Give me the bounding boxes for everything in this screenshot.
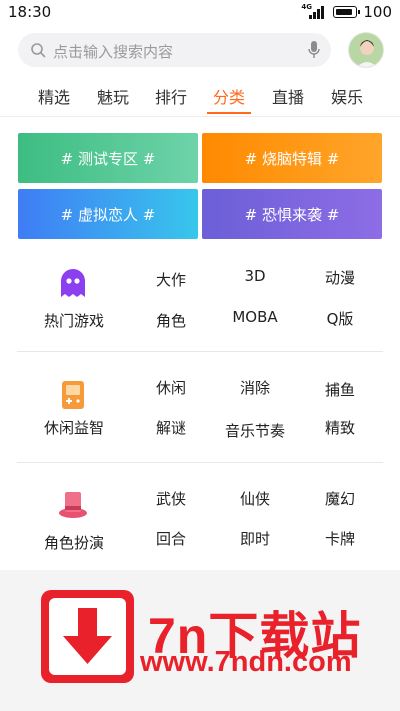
category-name: 热门游戏	[43, 312, 104, 330]
signal-icon: 4G	[301, 3, 327, 19]
category-tabs: 精选 魅玩 排行 分类 直播 娱乐	[0, 84, 400, 114]
tag-item[interactable]: 卡牌	[305, 528, 375, 549]
category-hot-games[interactable]: 热门游戏 大作 3D 动漫 角色 MOBA Q版	[0, 245, 400, 355]
category-casual-puzzle[interactable]: 休闲益智 休闲 消除 捕鱼 解谜 音乐节奏 精致	[0, 355, 400, 465]
battery-level: 100	[363, 3, 392, 21]
tag-item[interactable]: 休闲	[136, 377, 206, 398]
avatar[interactable]	[348, 32, 384, 68]
tag-item[interactable]: 回合	[136, 528, 206, 549]
tag-item[interactable]: 动漫	[305, 267, 375, 288]
search-icon	[31, 43, 46, 58]
download-logo-icon	[41, 590, 134, 683]
tag-item[interactable]: MOBA	[220, 308, 290, 326]
tag-item[interactable]: 解谜	[136, 417, 206, 438]
network-type: 4G	[301, 3, 312, 11]
topic-card-virtual-lover[interactable]: # 虚拟恋人 #	[18, 189, 198, 239]
tag-item[interactable]: 精致	[305, 417, 375, 438]
tag-item[interactable]: 音乐节奏	[210, 420, 300, 441]
tag-item[interactable]: 仙侠	[220, 488, 290, 509]
battery-icon	[333, 6, 361, 18]
tab-entertainment[interactable]: 娱乐	[325, 84, 369, 108]
tag-item[interactable]: 魔幻	[305, 488, 375, 509]
tag-item[interactable]: 大作	[136, 269, 206, 290]
tag-item[interactable]: Q版	[305, 308, 375, 329]
category-name: 角色扮演	[43, 534, 104, 552]
status-indicators: 4G 100	[301, 3, 392, 21]
search-placeholder: 点击输入搜索内容	[53, 43, 174, 61]
watermark-banner: 7n下载站 www.7ndn.com	[0, 570, 400, 711]
topic-card-test-zone[interactable]: # 测试专区 #	[18, 133, 198, 183]
topic-card-horror[interactable]: # 恐惧来袭 #	[202, 189, 382, 239]
category-divider	[17, 351, 383, 352]
status-bar: 18:30 4G 100	[0, 0, 400, 24]
hat-icon	[59, 492, 87, 518]
category-name: 休闲益智	[43, 419, 104, 437]
tag-item[interactable]: 3D	[220, 267, 290, 285]
tag-item[interactable]: 角色	[136, 310, 206, 331]
search-input[interactable]: 点击输入搜索内容	[18, 33, 331, 67]
category-role-playing[interactable]: 角色扮演 武侠 仙侠 魔幻 回合 即时 卡牌	[0, 466, 400, 576]
tab-ranking[interactable]: 排行	[149, 84, 193, 108]
tag-item[interactable]: 消除	[220, 377, 290, 398]
tab-meiwan[interactable]: 魅玩	[91, 84, 135, 108]
watermark-url: www.7ndn.com	[140, 646, 352, 678]
status-time: 18:30	[8, 3, 52, 21]
tag-item[interactable]: 武侠	[136, 488, 206, 509]
category-divider	[17, 462, 383, 463]
tab-featured[interactable]: 精选	[32, 84, 76, 108]
gamepad-icon	[62, 381, 84, 409]
tab-category[interactable]: 分类	[207, 84, 251, 108]
tag-item[interactable]: 捕鱼	[305, 379, 375, 400]
active-tab-indicator	[207, 112, 251, 114]
ghost-icon	[61, 269, 85, 297]
tabs-divider	[0, 116, 400, 117]
tag-item[interactable]: 即时	[220, 528, 290, 549]
tab-live[interactable]: 直播	[266, 84, 310, 108]
microphone-icon[interactable]	[307, 40, 321, 60]
topic-card-brain-burner[interactable]: # 烧脑特辑 #	[202, 133, 382, 183]
